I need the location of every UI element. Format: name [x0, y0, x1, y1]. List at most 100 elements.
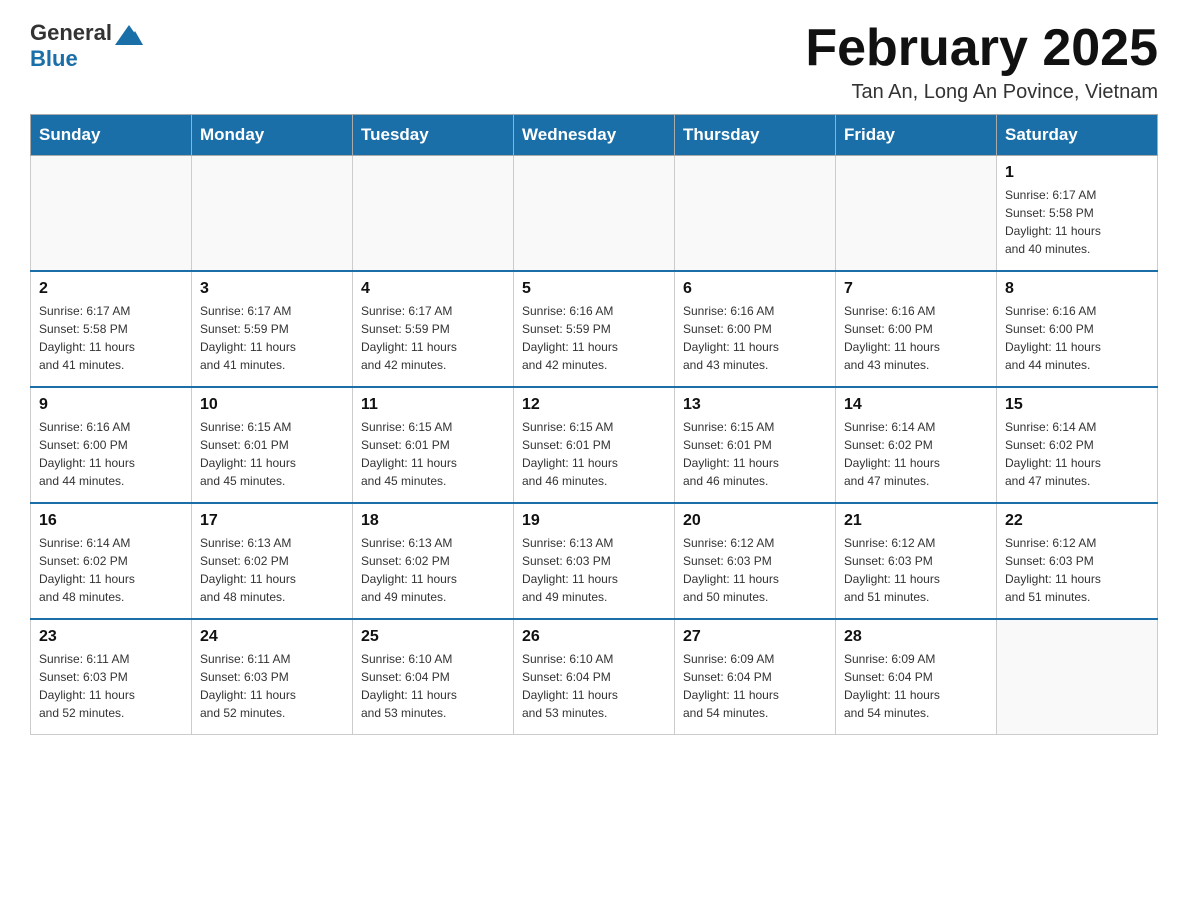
day-number: 22: [1005, 512, 1149, 530]
day-number: 20: [683, 512, 827, 530]
day-info: Sunrise: 6:09 AM Sunset: 6:04 PM Dayligh…: [844, 650, 988, 722]
title-area: February 2025 Tan An, Long An Povince, V…: [805, 20, 1158, 104]
calendar-week-row: 9 Sunrise: 6:16 AM Sunset: 6:00 PM Daylig…: [31, 387, 1158, 503]
day-number: 5: [522, 280, 666, 298]
calendar-cell: 16 Sunrise: 6:14 AM Sunset: 6:02 PM Dayli…: [31, 503, 192, 619]
day-info: Sunrise: 6:15 AM Sunset: 6:01 PM Dayligh…: [522, 418, 666, 490]
calendar-cell: [514, 156, 675, 272]
day-number: 11: [361, 396, 505, 414]
calendar-cell: 12 Sunrise: 6:15 AM Sunset: 6:01 PM Dayli…: [514, 387, 675, 503]
calendar-cell: 28 Sunrise: 6:09 AM Sunset: 6:04 PM Dayli…: [836, 619, 997, 735]
calendar-table: SundayMondayTuesdayWednesdayThursdayFrid…: [30, 114, 1158, 735]
calendar-cell: 24 Sunrise: 6:11 AM Sunset: 6:03 PM Dayli…: [192, 619, 353, 735]
logo-mountain-icon: [115, 21, 143, 45]
page-header: General Blue February 2025 Tan An, Long …: [30, 20, 1158, 104]
day-info: Sunrise: 6:12 AM Sunset: 6:03 PM Dayligh…: [683, 534, 827, 606]
day-info: Sunrise: 6:16 AM Sunset: 5:59 PM Dayligh…: [522, 302, 666, 374]
day-info: Sunrise: 6:16 AM Sunset: 6:00 PM Dayligh…: [683, 302, 827, 374]
calendar-cell: 18 Sunrise: 6:13 AM Sunset: 6:02 PM Dayli…: [353, 503, 514, 619]
calendar-week-row: 2Sunrise: 6:17 AM Sunset: 5:58 PM Daylig…: [31, 271, 1158, 387]
day-info: Sunrise: 6:15 AM Sunset: 6:01 PM Dayligh…: [683, 418, 827, 490]
day-info: Sunrise: 6:16 AM Sunset: 6:00 PM Dayligh…: [39, 418, 183, 490]
calendar-cell: 13 Sunrise: 6:15 AM Sunset: 6:01 PM Dayli…: [675, 387, 836, 503]
day-info: Sunrise: 6:12 AM Sunset: 6:03 PM Dayligh…: [1005, 534, 1149, 606]
day-info: Sunrise: 6:17 AM Sunset: 5:59 PM Dayligh…: [200, 302, 344, 374]
day-info: Sunrise: 6:12 AM Sunset: 6:03 PM Dayligh…: [844, 534, 988, 606]
calendar-header-row: SundayMondayTuesdayWednesdayThursdayFrid…: [31, 115, 1158, 156]
day-info: Sunrise: 6:14 AM Sunset: 6:02 PM Dayligh…: [844, 418, 988, 490]
day-header-wednesday: Wednesday: [514, 115, 675, 156]
calendar-cell: [192, 156, 353, 272]
day-number: 18: [361, 512, 505, 530]
calendar-cell: 7 Sunrise: 6:16 AM Sunset: 6:00 PM Daylig…: [836, 271, 997, 387]
calendar-cell: 15 Sunrise: 6:14 AM Sunset: 6:02 PM Dayli…: [997, 387, 1158, 503]
day-number: 4: [361, 280, 505, 298]
calendar-cell: 4Sunrise: 6:17 AM Sunset: 5:59 PM Daylig…: [353, 271, 514, 387]
calendar-cell: 25Sunrise: 6:10 AM Sunset: 6:04 PM Dayli…: [353, 619, 514, 735]
day-number: 19: [522, 512, 666, 530]
day-header-monday: Monday: [192, 115, 353, 156]
day-number: 10: [200, 396, 344, 414]
day-number: 8: [1005, 280, 1149, 298]
day-number: 9: [39, 396, 183, 414]
calendar-cell: 6Sunrise: 6:16 AM Sunset: 6:00 PM Daylig…: [675, 271, 836, 387]
calendar-cell: 19 Sunrise: 6:13 AM Sunset: 6:03 PM Dayli…: [514, 503, 675, 619]
calendar-cell: 9 Sunrise: 6:16 AM Sunset: 6:00 PM Daylig…: [31, 387, 192, 503]
day-number: 3: [200, 280, 344, 298]
calendar-cell: 27 Sunrise: 6:09 AM Sunset: 6:04 PM Dayli…: [675, 619, 836, 735]
calendar-cell: 5 Sunrise: 6:16 AM Sunset: 5:59 PM Daylig…: [514, 271, 675, 387]
day-number: 21: [844, 512, 988, 530]
day-info: Sunrise: 6:17 AM Sunset: 5:58 PM Dayligh…: [1005, 186, 1149, 258]
logo-blue-text: Blue: [30, 46, 78, 71]
day-number: 12: [522, 396, 666, 414]
day-number: 2: [39, 280, 183, 298]
calendar-week-row: 1Sunrise: 6:17 AM Sunset: 5:58 PM Daylig…: [31, 156, 1158, 272]
day-number: 24: [200, 628, 344, 646]
day-header-friday: Friday: [836, 115, 997, 156]
day-number: 17: [200, 512, 344, 530]
day-number: 28: [844, 628, 988, 646]
calendar-cell: [836, 156, 997, 272]
calendar-cell: 26 Sunrise: 6:10 AM Sunset: 6:04 PM Dayli…: [514, 619, 675, 735]
day-number: 16: [39, 512, 183, 530]
day-info: Sunrise: 6:16 AM Sunset: 6:00 PM Dayligh…: [1005, 302, 1149, 374]
day-info: Sunrise: 6:10 AM Sunset: 6:04 PM Dayligh…: [522, 650, 666, 722]
logo-icon: [115, 21, 143, 45]
day-info: Sunrise: 6:13 AM Sunset: 6:02 PM Dayligh…: [361, 534, 505, 606]
day-info: Sunrise: 6:11 AM Sunset: 6:03 PM Dayligh…: [39, 650, 183, 722]
calendar-cell: [675, 156, 836, 272]
logo-general-text: General: [30, 20, 112, 46]
calendar-cell: [31, 156, 192, 272]
day-number: 7: [844, 280, 988, 298]
day-number: 15: [1005, 396, 1149, 414]
day-info: Sunrise: 6:09 AM Sunset: 6:04 PM Dayligh…: [683, 650, 827, 722]
calendar-cell: 20 Sunrise: 6:12 AM Sunset: 6:03 PM Dayli…: [675, 503, 836, 619]
calendar-cell: 2Sunrise: 6:17 AM Sunset: 5:58 PM Daylig…: [31, 271, 192, 387]
day-info: Sunrise: 6:11 AM Sunset: 6:03 PM Dayligh…: [200, 650, 344, 722]
day-number: 26: [522, 628, 666, 646]
calendar-week-row: 23Sunrise: 6:11 AM Sunset: 6:03 PM Dayli…: [31, 619, 1158, 735]
calendar-cell: 14Sunrise: 6:14 AM Sunset: 6:02 PM Dayli…: [836, 387, 997, 503]
calendar-cell: 21 Sunrise: 6:12 AM Sunset: 6:03 PM Dayli…: [836, 503, 997, 619]
day-info: Sunrise: 6:15 AM Sunset: 6:01 PM Dayligh…: [361, 418, 505, 490]
day-header-tuesday: Tuesday: [353, 115, 514, 156]
day-number: 27: [683, 628, 827, 646]
location-subtitle: Tan An, Long An Povince, Vietnam: [805, 81, 1158, 104]
calendar-cell: 1Sunrise: 6:17 AM Sunset: 5:58 PM Daylig…: [997, 156, 1158, 272]
calendar-cell: 23Sunrise: 6:11 AM Sunset: 6:03 PM Dayli…: [31, 619, 192, 735]
day-info: Sunrise: 6:14 AM Sunset: 6:02 PM Dayligh…: [1005, 418, 1149, 490]
calendar-cell: [997, 619, 1158, 735]
day-info: Sunrise: 6:13 AM Sunset: 6:03 PM Dayligh…: [522, 534, 666, 606]
day-info: Sunrise: 6:14 AM Sunset: 6:02 PM Dayligh…: [39, 534, 183, 606]
day-header-saturday: Saturday: [997, 115, 1158, 156]
calendar-week-row: 16 Sunrise: 6:14 AM Sunset: 6:02 PM Dayli…: [31, 503, 1158, 619]
day-header-thursday: Thursday: [675, 115, 836, 156]
calendar-cell: 10Sunrise: 6:15 AM Sunset: 6:01 PM Dayli…: [192, 387, 353, 503]
calendar-cell: [353, 156, 514, 272]
day-number: 13: [683, 396, 827, 414]
calendar-cell: 11 Sunrise: 6:15 AM Sunset: 6:01 PM Dayli…: [353, 387, 514, 503]
calendar-cell: 22 Sunrise: 6:12 AM Sunset: 6:03 PM Dayli…: [997, 503, 1158, 619]
day-number: 25: [361, 628, 505, 646]
logo: General Blue: [30, 20, 143, 72]
day-info: Sunrise: 6:16 AM Sunset: 6:00 PM Dayligh…: [844, 302, 988, 374]
